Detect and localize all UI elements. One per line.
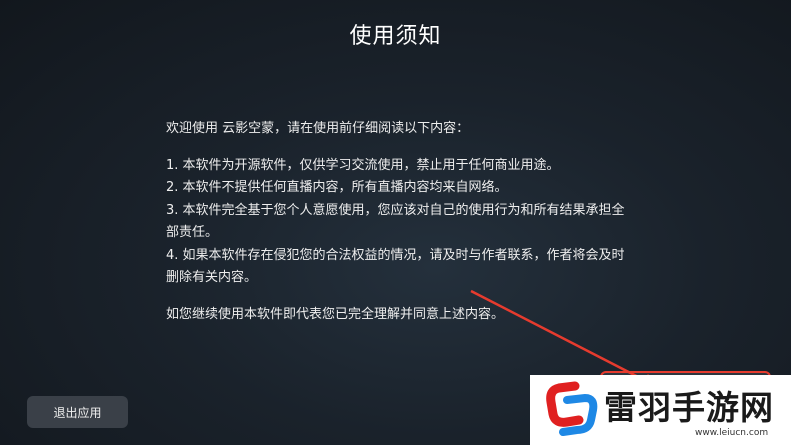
notice-item-3: 3. 本软件完全基于您个人意愿使用，您应该对自己的使用行为和所有结果承担全部责任… — [166, 202, 625, 241]
notice-content: 欢迎使用 云影空蒙，请在使用前仔细阅读以下内容： 1. 本软件为开源软件，仅供学… — [166, 118, 626, 326]
exit-app-button[interactable]: 退出应用 — [27, 396, 128, 428]
notice-intro: 欢迎使用 云影空蒙，请在使用前仔细阅读以下内容： — [166, 121, 470, 136]
notice-item-2: 2. 本软件不提供任何直播内容，所有直播内容均来自网络。 — [166, 180, 508, 195]
page-title: 使用须知 — [349, 24, 442, 49]
watermark-logo-icon — [546, 381, 598, 436]
watermark-url: www.leiucn.com — [695, 428, 769, 438]
notice-closing: 如您继续使用本软件即代表您已完全理解并同意上述内容。 — [166, 306, 505, 322]
notice-item-1: 1. 本软件为开源软件，仅供学习交流使用，禁止用于任何商业用途。 — [166, 157, 560, 173]
notice-item-4: 4. 如果本软件存在侵犯您的合法权益的情况，请及时与作者联系，作者将会及时删除有… — [166, 247, 625, 286]
watermark-title: 雷羽手游网 — [604, 388, 774, 427]
